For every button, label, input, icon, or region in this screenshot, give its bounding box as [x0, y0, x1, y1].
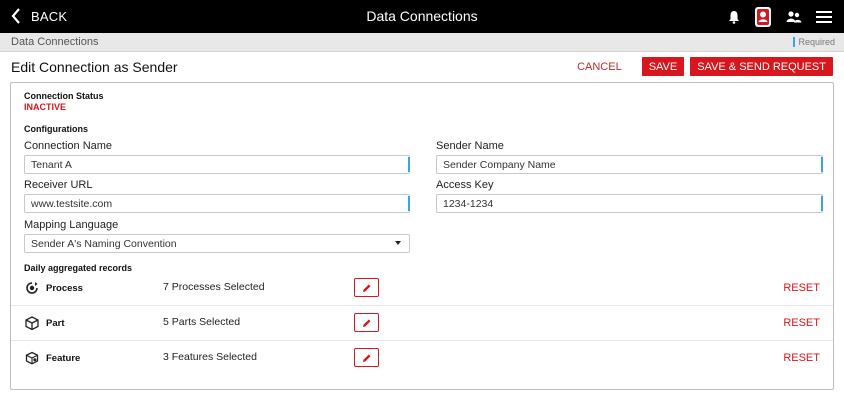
- receiver-url-input[interactable]: www.testsite.com: [24, 194, 410, 213]
- mapping-language-label: Mapping Language: [24, 219, 119, 231]
- top-bar: BACK Data Connections: [0, 0, 844, 33]
- record-value-process: 7 Processes Selected: [163, 281, 265, 293]
- menu-icon[interactable]: [816, 11, 832, 23]
- record-value-feature: 3 Features Selected: [163, 351, 257, 363]
- box-icon: [25, 316, 39, 330]
- page-actions: CANCEL SAVE SAVE & SEND REQUEST: [577, 57, 833, 76]
- save-and-send-request-button[interactable]: SAVE & SEND REQUEST: [690, 57, 833, 76]
- edit-part-button[interactable]: [354, 313, 379, 332]
- cancel-button[interactable]: CANCEL: [577, 61, 622, 73]
- bell-icon[interactable]: [728, 10, 740, 24]
- reset-process-button[interactable]: RESET: [783, 282, 820, 294]
- cube-feature-icon: [25, 351, 39, 365]
- reset-feature-button[interactable]: RESET: [783, 352, 820, 364]
- save-button[interactable]: SAVE: [641, 57, 685, 76]
- gear-cycle-icon: [26, 282, 38, 294]
- page-title: Edit Connection as Sender: [11, 59, 178, 75]
- profile-badge-icon[interactable]: [754, 6, 772, 28]
- sender-name-input[interactable]: Sender Company Name: [436, 155, 823, 174]
- record-row-feature: Feature 3 Features Selected RESET: [11, 342, 833, 376]
- header-icons: [714, 5, 832, 29]
- breadcrumb-current[interactable]: Data Connections: [11, 36, 98, 48]
- access-key-label: Access Key: [436, 179, 494, 191]
- required-marker: [793, 37, 796, 47]
- edit-process-button[interactable]: [354, 278, 379, 297]
- record-name-part: Part: [46, 318, 65, 329]
- receiver-url-label: Receiver URL: [24, 179, 93, 191]
- connection-name-input[interactable]: Tenant A: [24, 155, 410, 174]
- required-legend: Required: [793, 37, 835, 47]
- pencil-icon: [362, 354, 370, 362]
- edit-feature-button[interactable]: [354, 348, 379, 367]
- record-name-feature: Feature: [46, 353, 81, 364]
- record-row-process: Process 7 Processes Selected RESET: [11, 272, 833, 306]
- caret-down-icon: [395, 241, 401, 245]
- connection-status-value: INACTIVE: [24, 102, 67, 112]
- connection-form-card: Connection Status INACTIVE Configuration…: [10, 82, 834, 390]
- mapping-language-value: Sender A's Naming Convention: [31, 238, 177, 250]
- record-row-part: Part 5 Parts Selected RESET: [11, 307, 833, 341]
- connection-status-label: Connection Status: [24, 91, 104, 101]
- pencil-icon: [362, 284, 370, 292]
- people-icon[interactable]: [786, 10, 802, 24]
- mapping-language-select[interactable]: Sender A's Naming Convention: [24, 234, 410, 253]
- record-name-process: Process: [46, 283, 83, 294]
- breadcrumb: Data Connections Required: [0, 33, 844, 52]
- configurations-heading: Configurations: [24, 124, 88, 134]
- reset-part-button[interactable]: RESET: [783, 317, 820, 329]
- record-value-part: 5 Parts Selected: [163, 316, 241, 328]
- required-label: Required: [798, 37, 835, 47]
- sender-name-label: Sender Name: [436, 140, 504, 152]
- connection-name-label: Connection Name: [24, 140, 113, 152]
- pencil-icon: [362, 319, 370, 327]
- access-key-input[interactable]: 1234-1234: [436, 194, 823, 213]
